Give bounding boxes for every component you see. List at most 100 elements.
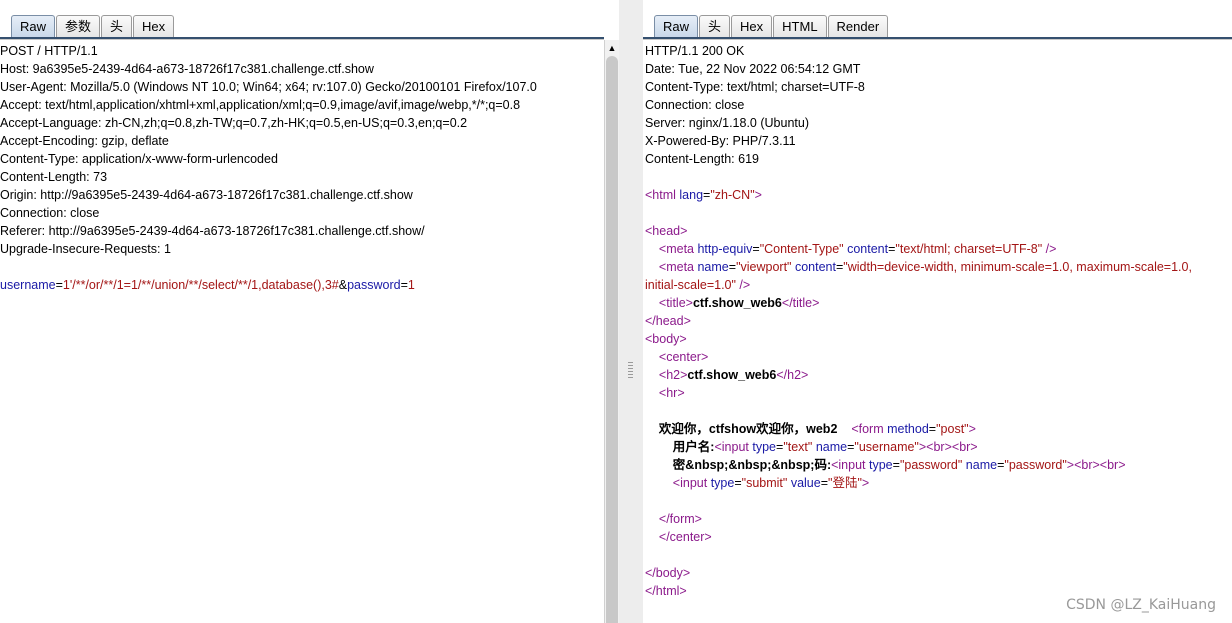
response-header-line: Date: Tue, 22 Nov 2022 06:54:12 GMT [645, 62, 861, 76]
scroll-up-arrow-icon[interactable]: ▲ [605, 42, 619, 54]
response-blank-line [643, 168, 1232, 186]
param-separator: & [338, 278, 348, 292]
request-body-line: username=1'/**/or/**/1=1/**/union/**/sel… [0, 276, 604, 294]
html-token: <hr> [658, 386, 685, 400]
response-html-line: <head> [643, 222, 1232, 240]
param-username-equals: = [55, 278, 63, 292]
request-tabs: Raw 参数 头 Hex [11, 13, 175, 37]
response-tab-headers[interactable]: 头 [699, 15, 731, 37]
html-token: </body> [645, 566, 691, 580]
response-html-line: 欢迎你，ctfshow欢迎你，web2 <form method="post"> [643, 420, 1232, 438]
response-html-line: <h2>ctf.show_web6</h2> [643, 366, 1232, 384]
response-header-line: HTTP/1.1 200 OK [645, 44, 745, 58]
request-line: Accept: text/html,application/xhtml+xml,… [0, 98, 521, 112]
html-token: lang [679, 188, 704, 202]
response-html-line: </center> [643, 528, 1232, 546]
html-token: </html> [645, 584, 687, 598]
html-token: "username" [854, 440, 919, 454]
html-token: </center> [658, 530, 712, 544]
request-line: Accept-Encoding: gzip, deflate [0, 134, 169, 148]
html-token: <input [714, 440, 753, 454]
response-html-body: <html lang="zh-CN"> <head> <meta http-equ… [643, 186, 1232, 600]
html-token [645, 440, 673, 454]
html-token: <form [851, 422, 888, 436]
html-token: ><br><br> [918, 440, 978, 454]
request-tab-raw[interactable]: Raw [11, 15, 56, 37]
html-token: <body> [645, 332, 687, 346]
response-html-line: <body> [643, 330, 1232, 348]
divider-grip-icon[interactable] [628, 362, 633, 378]
html-token [837, 422, 851, 436]
response-html-line [643, 402, 1232, 420]
response-tab-hex[interactable]: Hex [731, 15, 773, 37]
html-token: "submit" [741, 476, 788, 490]
html-token [645, 512, 659, 526]
request-tab-params[interactable]: 参数 [56, 15, 101, 37]
response-html-line: <html lang="zh-CN"> [643, 186, 1232, 204]
html-token: 密&nbsp;&nbsp;&nbsp;码: [672, 458, 832, 472]
html-token: "text" [783, 440, 813, 454]
response-pane: Raw 头 Hex HTML Render HTTP/1.1 200 OK Da… [643, 0, 1232, 623]
html-token: = [820, 476, 829, 490]
response-html-line: </body> [643, 564, 1232, 582]
html-token: <input [672, 476, 711, 490]
response-header-line: Server: nginx/1.18.0 (Ubuntu) [645, 116, 809, 130]
html-token: "post" [936, 422, 969, 436]
scrollbar-thumb[interactable] [606, 56, 618, 623]
response-header-strip [643, 0, 1232, 10]
html-token: ctf.show_web6 [692, 296, 782, 310]
html-token [645, 422, 659, 436]
param-password-equals: = [400, 278, 408, 292]
html-token [645, 458, 673, 472]
html-token: http-equiv [697, 242, 753, 256]
param-password-name: password [347, 278, 401, 292]
html-token: "viewport" [736, 260, 792, 274]
request-scrollbar[interactable]: ▲ [604, 40, 619, 623]
request-line: User-Agent: Mozilla/5.0 (Windows NT 10.0… [0, 80, 537, 94]
response-header-line: Content-Type: text/html; charset=UTF-8 [645, 80, 865, 94]
pane-divider[interactable] [619, 0, 643, 623]
html-token: ctf.show_web6 [687, 368, 777, 382]
response-html-line: <hr> [643, 384, 1232, 402]
html-token: name [962, 458, 998, 472]
html-token: content [843, 242, 889, 256]
response-tab-html[interactable]: HTML [773, 15, 827, 37]
html-token: <title> [658, 296, 693, 310]
html-token: > [754, 188, 762, 202]
response-html-line [643, 204, 1232, 222]
html-token: name [697, 260, 729, 274]
param-username-value: 1'/**/or/**/1=1/**/union/**/select/**/1,… [62, 278, 339, 292]
html-token: = [892, 458, 900, 472]
response-header-line: Content-Length: 619 [645, 152, 759, 166]
request-tab-hex[interactable]: Hex [133, 15, 175, 37]
response-html-line: initial-scale=1.0" /> [643, 276, 1232, 294]
html-token: "password" [899, 458, 963, 472]
html-token: 欢迎你，ctfshow欢迎你，web2 [658, 422, 838, 436]
response-viewer[interactable]: HTTP/1.1 200 OK Date: Tue, 22 Nov 2022 0… [643, 42, 1232, 600]
html-token [645, 260, 659, 274]
response-tab-raw[interactable]: Raw [654, 15, 699, 37]
request-line: Host: 9a6395e5-2439-4d64-a673-18726f17c3… [0, 62, 374, 76]
html-token: </title> [781, 296, 820, 310]
response-html-line: </head> [643, 312, 1232, 330]
html-token: content [791, 260, 836, 274]
response-html-line [643, 492, 1232, 510]
html-token: = [734, 476, 742, 490]
html-token: <head> [645, 224, 688, 238]
html-token: </head> [645, 314, 691, 328]
response-tab-render[interactable]: Render [827, 15, 889, 37]
html-token: "登陆" [828, 476, 862, 490]
response-html-line: <center> [643, 348, 1232, 366]
request-line: Accept-Language: zh-CN,zh;q=0.8,zh-TW;q=… [0, 116, 468, 130]
html-token [645, 296, 659, 310]
html-token: <html [645, 188, 680, 202]
html-token: type [752, 440, 776, 454]
request-editor[interactable]: POST / HTTP/1.1 Host: 9a6395e5-2439-4d64… [0, 42, 604, 294]
html-token [645, 530, 659, 544]
html-token: "text/html; charset=UTF-8" [895, 242, 1043, 256]
request-tab-headers[interactable]: 头 [101, 15, 133, 37]
html-token: > [968, 422, 976, 436]
html-token: name [812, 440, 848, 454]
html-token: type [710, 476, 735, 490]
html-token: > [861, 476, 870, 490]
